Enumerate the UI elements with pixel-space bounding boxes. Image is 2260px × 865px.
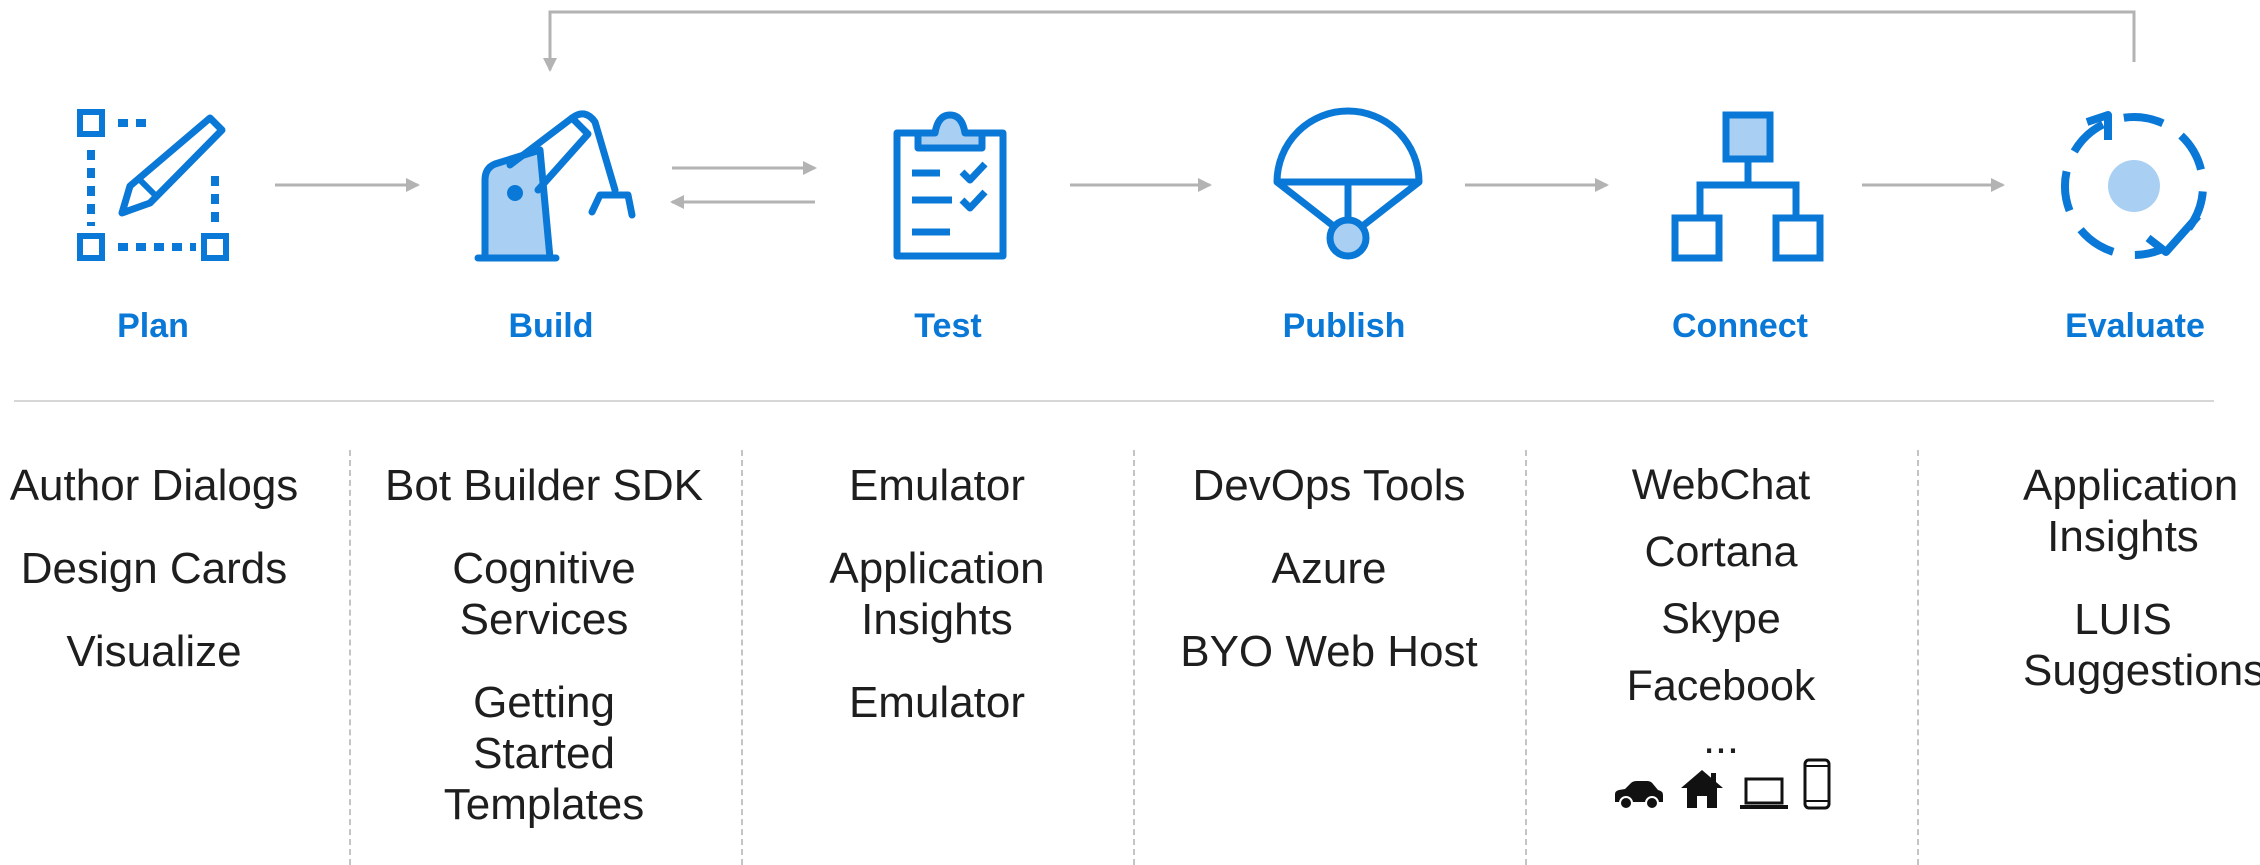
feedback-loop-arrow [543, 10, 2136, 72]
publish-tools-list: DevOps Tools Azure BYO Web Host [1139, 460, 1519, 709]
list-item: ... [1703, 715, 1739, 763]
stage-label-test: Test [914, 307, 981, 345]
stage-label-publish: Publish [1283, 307, 1406, 345]
list-item: Visualize [66, 627, 242, 676]
evaluate-tools-list: Application Insights LUIS Suggestions [1933, 460, 2260, 728]
list-item: Application Insights [2023, 461, 2239, 561]
list-item: Getting Started Templates [443, 678, 645, 829]
device-icons-row [1531, 758, 1911, 810]
list-item: Cognitive Services [452, 544, 636, 644]
home-icon [1681, 770, 1723, 808]
column-divider [741, 450, 743, 865]
section-divider [14, 400, 2214, 402]
robot-arm-icon [474, 110, 636, 262]
column-divider [1917, 450, 1919, 865]
list-item: Cortana [1644, 528, 1798, 576]
parachute-icon [1273, 107, 1423, 260]
column-divider [1133, 450, 1135, 865]
list-item: Emulator [848, 678, 1026, 727]
refresh-check-icon [2061, 111, 2207, 259]
list-item: Emulator [848, 461, 1026, 510]
list-item: Facebook [1626, 662, 1816, 710]
connect-channels-list: WebChat Cortana Skype Facebook ... [1531, 460, 1911, 810]
clipboard-checklist-icon [893, 111, 1007, 260]
list-item: Azure [1271, 544, 1387, 593]
column-divider [349, 450, 351, 865]
stage-label-connect: Connect [1672, 307, 1808, 345]
stage-label-evaluate: Evaluate [2065, 307, 2205, 345]
car-icon [1615, 781, 1663, 810]
list-item: DevOps Tools [1192, 461, 1466, 510]
edit-select-icon [77, 109, 229, 261]
list-item: BYO Web Host [1180, 627, 1478, 676]
lifecycle-diagram: Plan Build Test Publish Connect Evaluate [77, 10, 2207, 345]
plan-tools-list: Author Dialogs Design Cards Visualize [0, 460, 344, 709]
list-item: Skype [1661, 595, 1781, 643]
list-item: Bot Builder SDK [385, 461, 703, 510]
list-item: Design Cards [20, 544, 288, 593]
phone-icon [1803, 758, 1831, 810]
list-item: Author Dialogs [9, 461, 299, 510]
stage-label-build: Build [509, 307, 594, 345]
list-item: WebChat [1631, 461, 1811, 509]
test-tools-list: Emulator Application Insights Emulator [747, 460, 1127, 760]
stage-label-plan: Plan [117, 307, 189, 345]
list-item: Application Insights [829, 544, 1045, 644]
network-hierarchy-icon [1671, 111, 1824, 262]
column-divider [1525, 450, 1527, 865]
build-tools-list: Bot Builder SDK Cognitive Services Getti… [354, 460, 734, 862]
laptop-icon [1740, 777, 1788, 809]
list-item: LUIS Suggestions [2023, 595, 2260, 695]
